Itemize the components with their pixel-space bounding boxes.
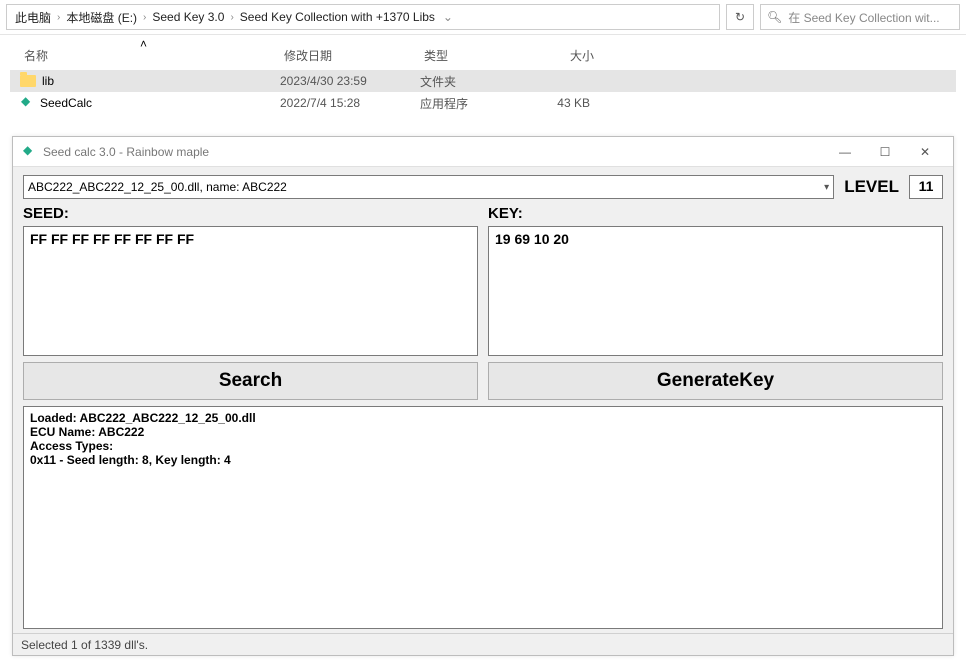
crumb-1[interactable]: 本地磁盘 (E:) xyxy=(64,9,139,26)
maximize-icon: ☐ xyxy=(880,145,891,159)
crumb-0[interactable]: 此电脑 xyxy=(13,9,53,26)
seed-input[interactable] xyxy=(23,226,478,356)
file-name: lib xyxy=(42,74,54,88)
file-list: ˄ 名称 修改日期 类型 大小 lib 2023/4/30 23:59 文件夹 … xyxy=(0,35,966,114)
key-output[interactable] xyxy=(488,226,943,356)
seed-calc-window: Seed calc 3.0 - Rainbow maple — ☐ ✕ ABC2… xyxy=(12,136,954,656)
chevron-down-icon: ▾ xyxy=(824,182,829,193)
window-title: Seed calc 3.0 - Rainbow maple xyxy=(43,145,825,159)
level-input[interactable]: 11 xyxy=(909,175,943,199)
level-label: LEVEL xyxy=(844,177,899,197)
titlebar[interactable]: Seed calc 3.0 - Rainbow maple — ☐ ✕ xyxy=(13,137,953,167)
app-title-icon xyxy=(21,144,37,160)
refresh-icon: ↻ xyxy=(735,10,745,24)
close-button[interactable]: ✕ xyxy=(905,137,945,167)
crumb-2[interactable]: Seed Key 3.0 xyxy=(150,10,226,24)
header-name[interactable]: 名称 xyxy=(14,47,284,64)
close-icon: ✕ xyxy=(920,145,930,159)
file-row[interactable]: lib 2023/4/30 23:59 文件夹 xyxy=(10,70,956,92)
explorer-toolbar: 此电脑 › 本地磁盘 (E:) › Seed Key 3.0 › Seed Ke… xyxy=(0,0,966,35)
file-date: 2022/7/4 15:28 xyxy=(280,96,420,110)
chevron-right-icon: › xyxy=(53,12,64,23)
chevron-right-icon: › xyxy=(226,12,237,23)
search-placeholder: 在 Seed Key Collection wit... xyxy=(788,9,939,26)
header-date[interactable]: 修改日期 xyxy=(284,47,424,64)
chevron-down-icon[interactable]: ⌄ xyxy=(437,10,453,24)
seed-label: SEED: xyxy=(23,205,478,222)
app-icon xyxy=(20,96,34,110)
file-size: 43 KB xyxy=(520,96,600,110)
chevron-right-icon: › xyxy=(139,12,150,23)
key-label: KEY: xyxy=(488,205,943,222)
file-list-header: 名称 修改日期 类型 大小 xyxy=(10,41,956,70)
file-name: SeedCalc xyxy=(40,96,92,110)
header-size[interactable]: 大小 xyxy=(524,47,604,64)
sort-indicator-icon: ˄ xyxy=(140,37,147,51)
status-text: Selected 1 of 1339 dll's. xyxy=(21,638,148,652)
file-row[interactable]: SeedCalc 2022/7/4 15:28 应用程序 43 KB xyxy=(10,92,956,114)
minimize-button[interactable]: — xyxy=(825,137,865,167)
search-icon: 🔍︎ xyxy=(767,10,782,24)
maximize-button[interactable]: ☐ xyxy=(865,137,905,167)
file-type: 文件夹 xyxy=(420,73,520,90)
dll-select[interactable]: ABC222_ABC222_12_25_00.dll, name: ABC222… xyxy=(23,175,834,199)
log-output[interactable]: Loaded: ABC222_ABC222_12_25_00.dll ECU N… xyxy=(23,406,943,629)
statusbar: Selected 1 of 1339 dll's. xyxy=(13,633,953,655)
file-date: 2023/4/30 23:59 xyxy=(280,74,420,88)
search-button[interactable]: Search xyxy=(23,362,478,400)
dll-selected-text: ABC222_ABC222_12_25_00.dll, name: ABC222 xyxy=(28,180,287,194)
minimize-icon: — xyxy=(839,145,851,159)
refresh-button[interactable]: ↻ xyxy=(726,4,754,30)
generate-key-button[interactable]: GenerateKey xyxy=(488,362,943,400)
explorer-search-input[interactable]: 🔍︎ 在 Seed Key Collection wit... xyxy=(760,4,960,30)
file-type: 应用程序 xyxy=(420,95,520,112)
crumb-3[interactable]: Seed Key Collection with +1370 Libs xyxy=(238,10,437,24)
folder-icon xyxy=(20,75,36,87)
header-type[interactable]: 类型 xyxy=(424,47,524,64)
breadcrumb[interactable]: 此电脑 › 本地磁盘 (E:) › Seed Key 3.0 › Seed Ke… xyxy=(6,4,720,30)
